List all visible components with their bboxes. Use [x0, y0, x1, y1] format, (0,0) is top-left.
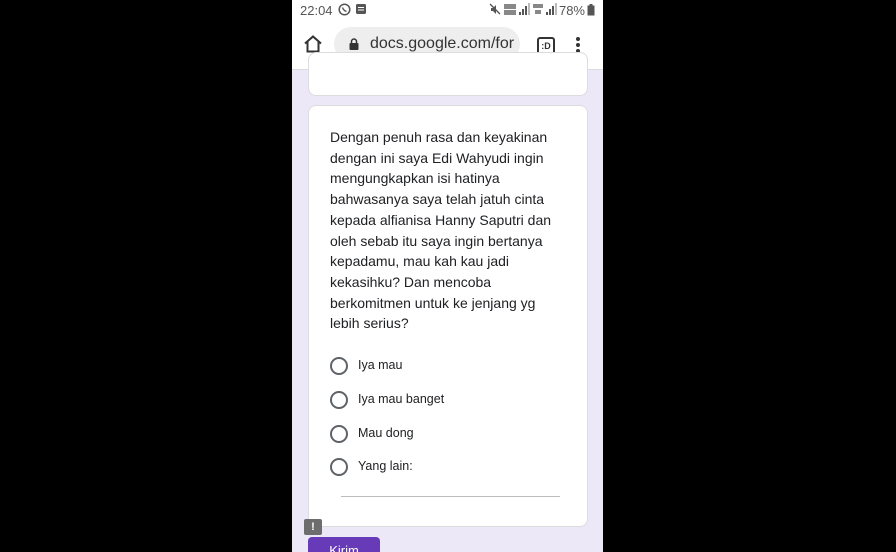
url-text: docs.google.com/for [370, 35, 515, 52]
lock-icon [349, 38, 359, 50]
option-mau-dong[interactable]: Mau dong [330, 424, 560, 444]
signal-icon [546, 3, 557, 15]
radio-button[interactable] [330, 391, 348, 409]
option-label: Iya mau [358, 358, 403, 372]
status-time: 22:04 [300, 3, 333, 18]
battery-percent: 78% [558, 3, 585, 18]
feedback-icon[interactable]: ! [304, 519, 322, 535]
option-label: Mau dong [358, 426, 414, 440]
option-iya-mau[interactable]: Iya mau [330, 356, 560, 376]
radio-button[interactable] [330, 458, 348, 476]
question-text: Dengan penuh rasa dan keyakinan dengan i… [330, 129, 552, 332]
whatsapp-icon [338, 3, 351, 16]
option-iya-mau-banget[interactable]: Iya mau banget [330, 390, 560, 410]
status-bar: 22:04 78% [292, 0, 603, 21]
tabs-icon: :D [541, 41, 551, 51]
option-label: Iya mau banget [358, 392, 445, 406]
4g-icon [533, 4, 543, 14]
message-icon [356, 4, 366, 14]
volte-icon [504, 4, 516, 15]
home-icon[interactable] [303, 34, 323, 54]
signal-icon [519, 3, 530, 15]
mute-icon [489, 3, 501, 15]
submit-button[interactable]: Kirim [308, 537, 380, 552]
option-other[interactable]: Yang lain: [330, 457, 560, 477]
phone-screen: 22:04 78% docs.google.com/for:D Dengan … [292, 0, 603, 552]
question-card: Dengan penuh rasa dan keyakinan dengan i… [308, 105, 588, 527]
radio-button[interactable] [330, 425, 348, 443]
option-label: Yang lain: [358, 459, 413, 473]
other-text-input[interactable] [341, 496, 560, 497]
radio-button[interactable] [330, 357, 348, 375]
previous-card [308, 52, 588, 96]
battery-icon [587, 4, 595, 16]
